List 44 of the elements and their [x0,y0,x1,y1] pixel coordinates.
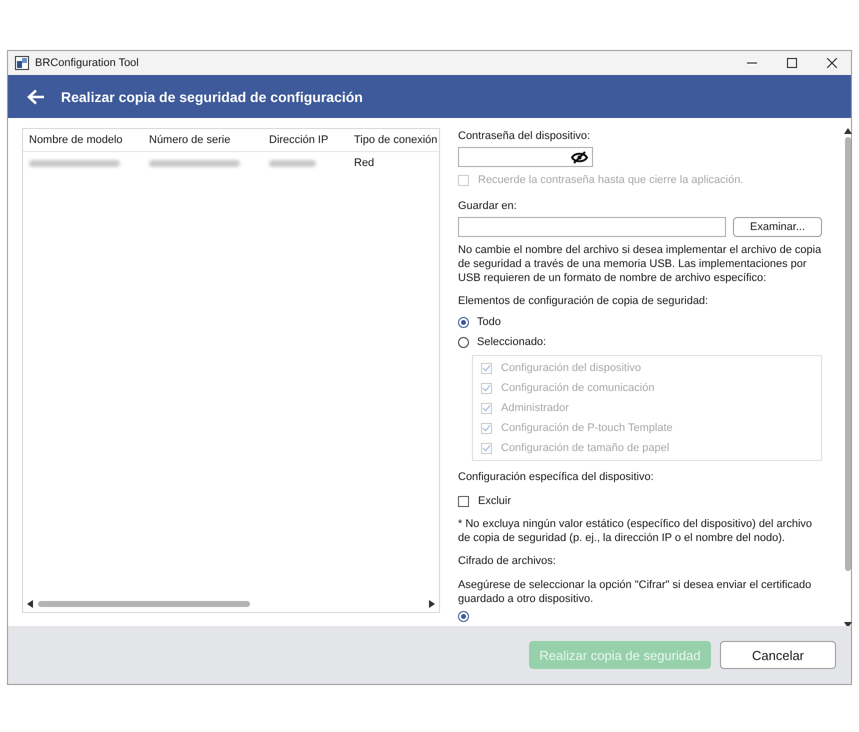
window-title: BRConfiguration Tool [35,57,140,69]
radio-button[interactable] [458,316,469,328]
radio-label: Todo [477,316,501,328]
scroll-down-icon[interactable] [844,622,852,628]
horizontal-scrollbar[interactable] [38,601,250,607]
browse-button[interactable]: Examinar... [733,217,822,237]
checkbox-label: Configuración del dispositivo [501,362,642,374]
maximize-icon[interactable] [787,58,797,68]
blurred-text [269,160,316,167]
field-label: Guardar en: [458,200,517,212]
column-header[interactable]: Dirección IP [263,134,348,146]
table-cell-text: Red [353,157,376,169]
checkbox-label: Configuración de tamaño de papel [501,442,670,454]
exclude-note-text: * No excluya ningún valor estático (específico del dispositivo) del archivo de copia de seguridad (p. ej., la dirección IP o el nombre del nodo). [458,517,814,545]
column-header[interactable]: Número de serie [143,134,263,146]
encryption-note-text: Asegúrese de seleccionar la opción "Cifrar" si desea enviar el certificado guardado a otro dispositivo. [458,578,812,606]
eye-slash-icon[interactable] [571,150,588,164]
scroll-up-icon[interactable] [844,128,852,134]
vertical-scrollbar[interactable] [845,137,851,571]
section-label: Configuración específica del dispositivo: [458,471,654,483]
password-field[interactable] [458,147,593,167]
checkbox-label: Configuración de P-touch Template [501,422,673,434]
cancel-button[interactable]: Cancelar [720,641,836,669]
radio-button[interactable] [458,336,469,348]
checkbox-label: Recuerde la contraseña hasta que cierre la aplicación. [478,174,744,186]
checkbox[interactable] [458,496,469,506]
column-header[interactable]: Nombre de modelo [23,134,143,146]
close-icon[interactable] [827,58,837,68]
scroll-left-icon[interactable] [27,600,33,608]
scroll-right-icon[interactable] [429,600,435,608]
column-header[interactable]: Tipo de conexión [348,134,439,146]
checkbox-label: Administrador [501,402,569,414]
app-icon [15,56,29,70]
checkbox-label: Configuración de comunicación [501,382,654,394]
section-label: Cifrado de archivos: [458,555,556,567]
checkbox-label: Excluir [478,495,512,507]
page-title: Realizar copia de seguridad de configuración [61,88,363,104]
section-label: Elementos de configuración de copia de seguridad: [458,295,708,307]
usb-note-text: No cambie el nombre del archivo si desea implementar el archivo de copia de seguridad a través de una memoria USB. Las implementaciones por USB requieren de un formato de nombre de archivo específico: [458,243,822,285]
field-label: Contraseña del dispositivo: [458,130,590,142]
radio-button[interactable] [458,610,469,622]
radio-label: Seleccionado: [477,336,546,348]
back-arrow-icon[interactable] [27,88,45,104]
path-field[interactable] [458,217,726,237]
